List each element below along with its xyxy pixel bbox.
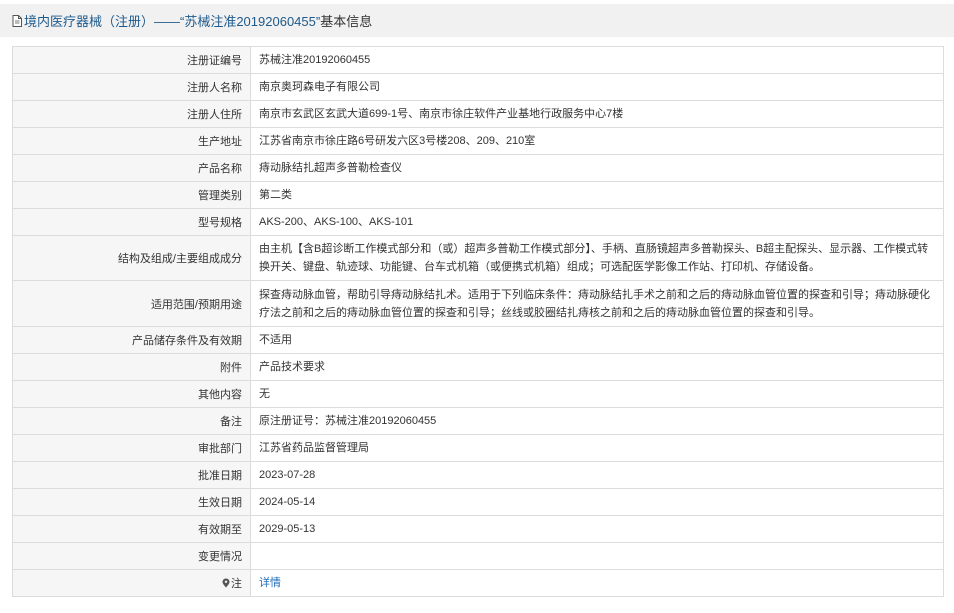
row-label: 注册人住所 [12, 100, 251, 128]
row-label: 产品名称 [12, 154, 251, 182]
details-link[interactable]: 详情 [259, 577, 281, 589]
row-value: 探查痔动脉血管，帮助引导痔动脉结扎术。适用于下列临床条件：痔动脉结扎手术之前和之… [250, 280, 944, 327]
row-value: 痔动脉结扎超声多普勒检查仪 [250, 154, 944, 182]
row-value: 第二类 [250, 181, 944, 209]
row-label: 有效期至 [12, 515, 251, 543]
page-title-suffix: 基本信息 [320, 14, 373, 29]
row-label: 生产地址 [12, 127, 251, 155]
row-label: 注册人名称 [12, 73, 251, 101]
document-icon [12, 14, 22, 27]
table-row: 生产地址 江苏省南京市徐庄路6号研发六区3号楼208、209、210室 [12, 127, 944, 155]
table-row: 适用范围/预期用途 探查痔动脉血管，帮助引导痔动脉结扎术。适用于下列临床条件：痔… [12, 280, 944, 327]
page-title-prefix: 境内医疗器械（注册）——“苏械注准20192060455” [24, 14, 321, 29]
table-row: 批准日期 2023-07-28 [12, 461, 944, 489]
row-value: 南京奥珂森电子有限公司 [250, 73, 944, 101]
row-value: 2023-07-28 [250, 461, 944, 489]
row-value: 原注册证号：苏械注准20192060455 [250, 407, 944, 435]
row-label: 备注 [12, 407, 251, 435]
table-row: 产品名称 痔动脉结扎超声多普勒检查仪 [12, 154, 944, 182]
table-row: 备注 原注册证号：苏械注准20192060455 [12, 407, 944, 435]
row-label: 审批部门 [12, 434, 251, 462]
table-row: 型号规格 AKS-200、AKS-100、AKS-101 [12, 208, 944, 236]
note-row: 注 详情 [12, 569, 944, 597]
row-label: 适用范围/预期用途 [12, 280, 251, 327]
table-row: 注册人名称 南京奥珂森电子有限公司 [12, 73, 944, 101]
row-label: 其他内容 [12, 380, 251, 408]
row-label: 结构及组成/主要组成成分 [12, 235, 251, 281]
row-value: 2024-05-14 [250, 488, 944, 516]
row-value: 产品技术要求 [250, 353, 944, 381]
info-table: 注册证编号 苏械注准20192060455 注册人名称 南京奥珂森电子有限公司 … [12, 46, 944, 597]
table-row: 管理类别 第二类 [12, 181, 944, 209]
row-label: 型号规格 [12, 208, 251, 236]
row-value: 无 [250, 380, 944, 408]
row-label: 变更情况 [12, 542, 251, 570]
table-row: 附件 产品技术要求 [12, 353, 944, 381]
pin-icon [222, 578, 230, 588]
note-label-cell: 注 [12, 569, 251, 597]
table-row: 结构及组成/主要组成成分 由主机【含B超诊断工作模式部分和（或）超声多普勒工作模… [12, 235, 944, 281]
table-row: 生效日期 2024-05-14 [12, 488, 944, 516]
page-title: 境内医疗器械（注册）——“苏械注准20192060455”基本信息 [24, 11, 372, 30]
row-label: 管理类别 [12, 181, 251, 209]
note-value-cell: 详情 [250, 569, 944, 597]
table-row: 有效期至 2029-05-13 [12, 515, 944, 543]
row-label: 注册证编号 [12, 46, 251, 74]
table-row: 变更情况 [12, 542, 944, 570]
row-value: 江苏省药品监督管理局 [250, 434, 944, 462]
row-label: 产品储存条件及有效期 [12, 326, 251, 354]
table-row: 注册证编号 苏械注准20192060455 [12, 46, 944, 74]
row-value: 江苏省南京市徐庄路6号研发六区3号楼208、209、210室 [250, 127, 944, 155]
row-value [250, 542, 944, 570]
row-label: 批准日期 [12, 461, 251, 489]
row-label: 附件 [12, 353, 251, 381]
row-value: 南京市玄武区玄武大道699-1号、南京市徐庄软件产业基地行政服务中心7楼 [250, 100, 944, 128]
page: 境内医疗器械（注册）——“苏械注准20192060455”基本信息 注册证编号 … [0, 0, 954, 613]
table-row: 其他内容 无 [12, 380, 944, 408]
row-value: 苏械注准20192060455 [250, 46, 944, 74]
row-value: 2029-05-13 [250, 515, 944, 543]
table-row: 注册人住所 南京市玄武区玄武大道699-1号、南京市徐庄软件产业基地行政服务中心… [12, 100, 944, 128]
row-value: 不适用 [250, 326, 944, 354]
note-label: 注 [231, 578, 242, 590]
section-header: 境内医疗器械（注册）——“苏械注准20192060455”基本信息 [0, 4, 954, 37]
row-value: AKS-200、AKS-100、AKS-101 [250, 208, 944, 236]
row-label: 生效日期 [12, 488, 251, 516]
row-value: 由主机【含B超诊断工作模式部分和（或）超声多普勒工作模式部分】、手柄、直肠镜超声… [250, 235, 944, 281]
table-row: 审批部门 江苏省药品监督管理局 [12, 434, 944, 462]
table-row: 产品储存条件及有效期 不适用 [12, 326, 944, 354]
